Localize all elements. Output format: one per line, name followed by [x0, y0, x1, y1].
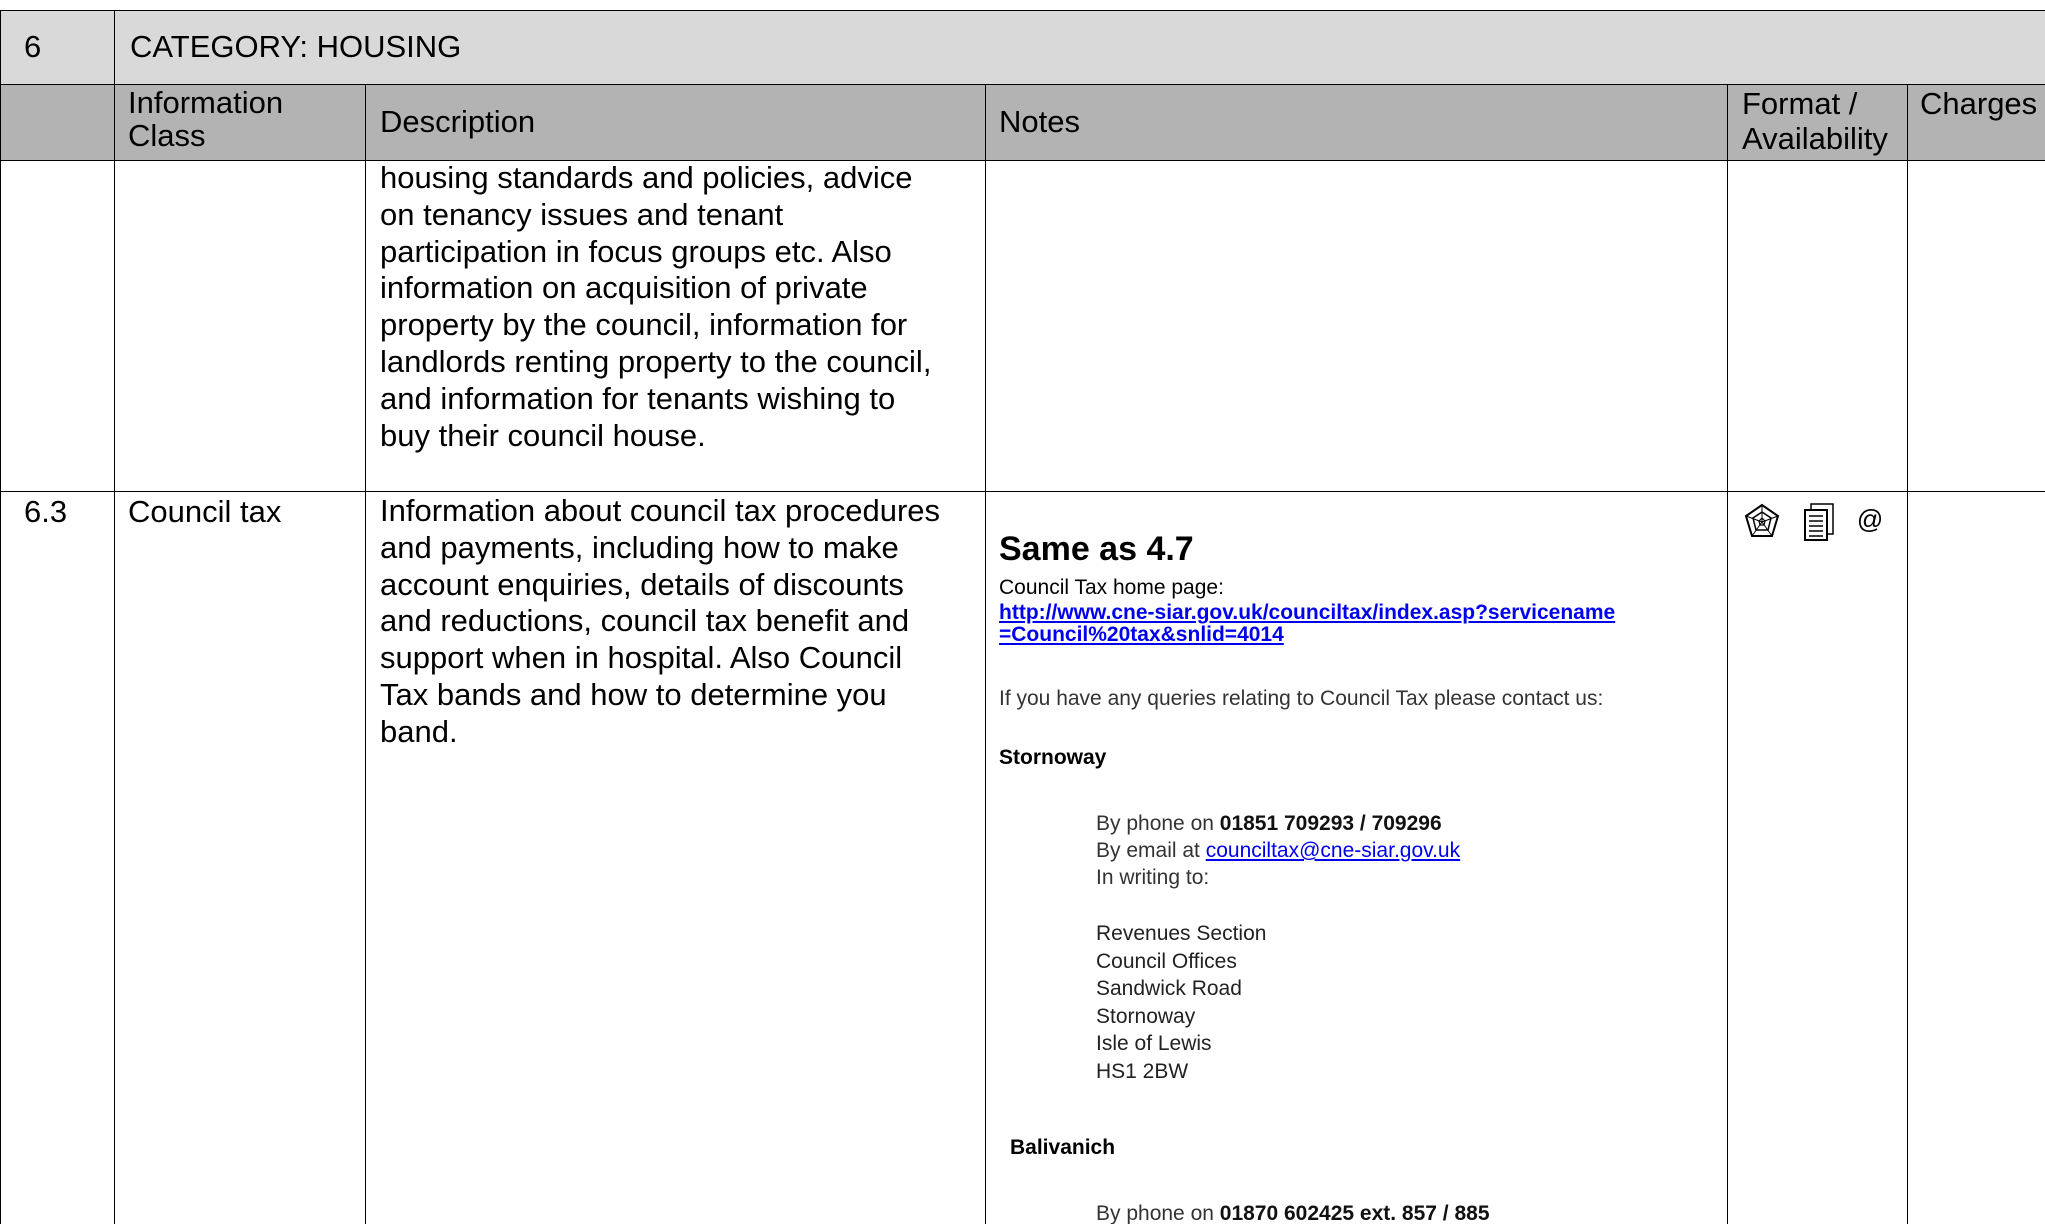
- row-description-line: support when in hospital. Also Council: [380, 640, 903, 676]
- stornoway-email-line: By email at counciltax@cne-siar.gov.uk: [1096, 837, 1460, 864]
- column-divider-description: [985, 84, 986, 1224]
- row-description-line: band.: [380, 713, 458, 749]
- row-info-class: Council tax: [128, 494, 282, 529]
- web-icon: [1742, 502, 1782, 542]
- row-description-line: Information about council tax procedures: [380, 493, 941, 528]
- column-header-description: Description: [380, 104, 536, 139]
- column-header-notes: Notes: [999, 104, 1080, 139]
- balivanich-heading: Balivanich: [1010, 1136, 1116, 1159]
- column-header-info-class-line1: Information: [128, 85, 284, 120]
- column-divider-number: [114, 10, 115, 1224]
- balivanich-phone-number: 01870 602425 ext. 857 / 885: [1219, 1202, 1490, 1224]
- notes-homepage-link-line[interactable]: =Council%20tax&snlid=4014: [999, 624, 1615, 646]
- row-description-line: and payments, including how to make: [380, 529, 899, 565]
- paper-document-icon: [1801, 502, 1837, 542]
- column-header-format-line1: Format /: [1742, 86, 1858, 121]
- category-title: CATEGORY: HOUSING: [130, 29, 462, 64]
- continued-description: housing standards and policies, advice o…: [380, 160, 931, 454]
- row-separator: [0, 491, 2045, 492]
- address-line: HS1 2BW: [1096, 1059, 1189, 1083]
- column-header-format-line2: Availability: [1742, 121, 1888, 156]
- row-description-line: and reductions, council tax benefit and: [380, 603, 910, 639]
- balivanich-phone-line: By phone on 01870 602425 ext. 857 / 885: [1096, 1200, 1490, 1224]
- continued-description-line: information on acquisition of private: [380, 270, 868, 306]
- balivanich-phone-prefix: By phone on: [1096, 1202, 1220, 1224]
- continued-description-line: participation in focus groups etc. Also: [380, 233, 892, 269]
- column-header-format: Format / Availability: [1742, 86, 1888, 156]
- column-header-info-class: Information Class: [128, 86, 283, 152]
- stornoway-address: Revenues Section Council Offices Sandwic…: [1096, 920, 1266, 1085]
- continued-description-line: buy their council house.: [380, 417, 706, 453]
- table-border-top: [0, 10, 2045, 11]
- stornoway-heading: Stornoway: [999, 746, 1107, 769]
- continued-description-line: landlords renting property to the counci…: [380, 343, 932, 379]
- notes-homepage-link[interactable]: http://www.cne-siar.gov.uk/counciltax/in…: [999, 602, 1615, 646]
- document-page: 6 CATEGORY: HOUSING Information Class De…: [0, 0, 2045, 1224]
- email-icon: @: [1856, 504, 1884, 534]
- column-header-charges: Charges: [1920, 86, 2038, 121]
- stornoway-writing-label: In writing to:: [1096, 866, 1210, 889]
- column-divider-format: [1907, 84, 1908, 1224]
- continued-description-line: on tenancy issues and tenant: [380, 196, 784, 232]
- stornoway-email-prefix: By email at: [1096, 839, 1206, 862]
- address-line: Isle of Lewis: [1096, 1032, 1212, 1055]
- table-border-left: [0, 10, 1, 1224]
- row-description: Information about council tax procedures…: [380, 493, 940, 751]
- row-number: 6.3: [24, 494, 68, 529]
- notes-homepage-link-line[interactable]: http://www.cne-siar.gov.uk/counciltax/in…: [999, 602, 1615, 624]
- continued-description-line: and information for tenants wishing to: [380, 380, 896, 416]
- category-number: 6: [24, 29, 42, 64]
- column-header-border: [0, 160, 2045, 161]
- continued-description-line: property by the council, information for: [380, 307, 908, 343]
- notes-homepage-label: Council Tax home page:: [999, 576, 1224, 599]
- category-row-border: [0, 84, 2045, 85]
- address-line: Council Offices: [1096, 949, 1237, 973]
- stornoway-phone-number: 01851 709293 / 709296: [1219, 812, 1442, 835]
- notes-queries-text: If you have any queries relating to Coun…: [999, 687, 1604, 710]
- format-icons: @: [1742, 502, 1883, 542]
- stornoway-phone-line: By phone on 01851 709293 / 709296: [1096, 810, 1442, 837]
- continued-description-line: housing standards and policies, advice: [380, 160, 913, 195]
- address-line: Stornoway: [1096, 1004, 1196, 1028]
- address-line: Sandwick Road: [1096, 977, 1242, 1000]
- column-header-info-class-line2: Class: [128, 118, 206, 153]
- stornoway-email-link[interactable]: counciltax@cne-siar.gov.uk: [1206, 839, 1460, 862]
- row-description-line: account enquiries, details of discounts: [380, 566, 904, 602]
- column-divider-notes: [1727, 84, 1728, 1224]
- stornoway-phone-prefix: By phone on: [1096, 812, 1220, 835]
- notes-title: Same as 4.7: [999, 530, 1194, 568]
- column-divider-class: [365, 84, 366, 1224]
- row-description-line: Tax bands and how to determine you: [380, 676, 887, 712]
- address-line: Revenues Section: [1096, 922, 1267, 945]
